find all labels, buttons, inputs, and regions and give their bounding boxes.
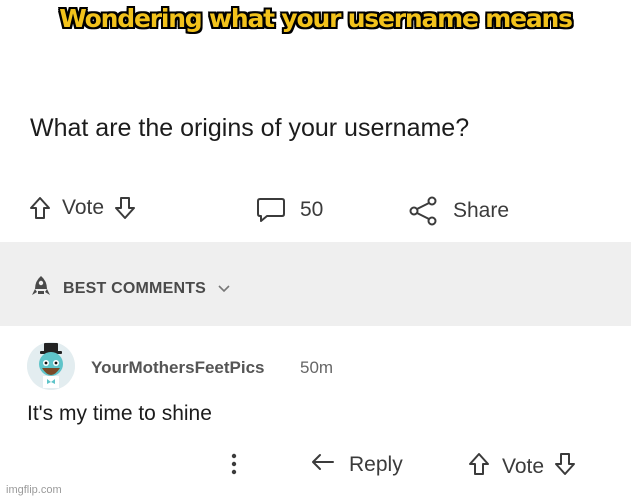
watermark: imgflip.com [6,484,62,496]
comment-upvote-icon[interactable] [468,452,490,482]
meme-caption: Wondering what your username means [59,4,573,33]
share-icon [408,196,440,226]
comments-sort-band: BEST COMMENTS [0,242,631,326]
avatar[interactable] [27,342,75,390]
chevron-down-icon [218,280,230,298]
post-title[interactable]: What are the origins of your username? [30,114,469,143]
upvote-arrow-icon[interactable] [29,196,51,220]
comment-body: It's my time to shine [27,402,212,425]
comment-age: 50m [300,358,334,377]
comment-vote-label: Vote [502,455,545,478]
post-actions-bar: Vote 50 Share [0,190,631,234]
kebab-menu-icon[interactable] [230,452,238,481]
comment-author[interactable]: YourMothersFeetPics [91,358,265,378]
comments-button[interactable]: 50 [256,196,323,224]
comment-downvote-icon[interactable] [554,452,576,482]
reply-label: Reply [349,453,403,476]
share-button[interactable]: Share [408,196,509,226]
comment-bubble-icon [256,196,286,224]
post-vote-control: Vote [29,196,136,220]
post-vote-label: Vote [62,196,105,219]
comment-actions-bar: Reply Vote [0,444,631,484]
sort-label: BEST COMMENTS [63,279,207,297]
downvote-arrow-icon[interactable] [114,196,136,220]
comment-count: 50 [300,198,324,221]
sort-dropdown[interactable]: BEST COMMENTS [29,274,230,303]
reply-button[interactable]: Reply [311,452,403,478]
reply-arrow-icon [311,452,335,478]
share-label: Share [453,199,510,222]
rocket-icon [29,274,53,303]
comment-vote-control: Vote [468,452,576,482]
